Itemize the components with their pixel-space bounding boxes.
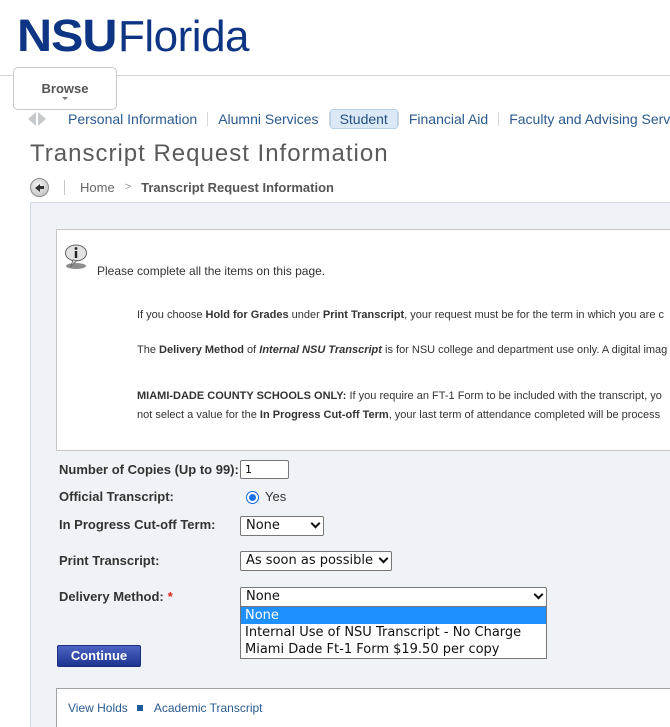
nav-scroll-right-icon[interactable] (38, 112, 46, 126)
required-asterisk: * (167, 589, 173, 604)
delivery-option-miami-dade[interactable]: Miami Dade Ft-1 Form $19.50 per copy (241, 641, 546, 658)
internal-transcript-note: The Delivery Method of Internal NSU Tran… (137, 341, 667, 360)
related-links: View Holds Academic Transcript (56, 688, 670, 727)
chevron-down-icon (533, 589, 544, 600)
delivery-method-select[interactable]: None (240, 587, 547, 607)
text: , your last term of attendance completed… (388, 409, 661, 421)
text: If you require an FT-1 Form to be includ… (346, 390, 662, 402)
print-transcript-select[interactable]: As soon as possible (240, 551, 392, 571)
text: The (137, 344, 160, 356)
info-message-box: Please complete all the items on this pa… (56, 229, 670, 451)
chevron-down-icon (378, 553, 389, 564)
browse-button[interactable]: Browse (13, 67, 117, 110)
print-transcript-value: As soon as possible (246, 553, 373, 568)
chevron-down-icon (310, 518, 321, 529)
text: not select a value for the (137, 409, 260, 421)
official-transcript-yes-label[interactable]: Yes (265, 489, 286, 504)
print-transcript-label: Print Transcript: (59, 553, 160, 568)
info-bubble-icon (65, 244, 87, 269)
bold-text: Delivery Method (159, 344, 244, 356)
official-transcript-label: Official Transcript: (59, 489, 174, 504)
bullet-separator (136, 705, 143, 711)
cutoff-term-select[interactable]: None (240, 516, 324, 536)
breadcrumb-divider (64, 179, 65, 195)
cutoff-term-value: None (246, 518, 280, 533)
delivery-method-label-text: Delivery Method: (59, 589, 164, 604)
back-arrow-icon[interactable] (30, 177, 49, 197)
nav-tab-faculty-advising[interactable]: Faculty and Advising Servic (499, 109, 670, 129)
caret-down-icon (62, 97, 68, 100)
delivery-method-label: Delivery Method: * (59, 589, 173, 604)
text: under (288, 309, 323, 321)
nav-scroll-left-icon[interactable] (28, 112, 36, 126)
breadcrumb-home[interactable]: Home (80, 180, 115, 195)
continue-button[interactable]: Continue (57, 645, 141, 667)
view-holds-link[interactable]: View Holds (68, 701, 128, 715)
copies-label: Number of Copies (Up to 99): (59, 462, 239, 477)
hold-for-grades-note: If you choose Hold for Grades under Prin… (137, 306, 664, 325)
page-title: Transcript Request Information (30, 140, 389, 167)
logo-florida-text: Florida (118, 12, 250, 61)
breadcrumb-chevron-icon: > (124, 181, 132, 193)
delivery-method-dropdown: None Internal Use of NSU Transcript - No… (240, 606, 547, 659)
italic-text: Internal NSU Transcript (259, 344, 382, 356)
bold-text: In Progress Cut-off Term (259, 409, 389, 421)
nav-scroll-arrows (28, 112, 46, 126)
delivery-option-internal[interactable]: Internal Use of NSU Transcript - No Char… (241, 624, 546, 641)
breadcrumb: Home > Transcript Request Information (30, 177, 334, 197)
miami-dade-note: MIAMI-DADE COUNTY SCHOOLS ONLY: If you r… (137, 387, 662, 425)
browse-label: Browse (41, 81, 89, 96)
main-nav: Personal Information Alumni Services Stu… (28, 108, 670, 130)
copies-input[interactable] (240, 460, 289, 479)
bold-text: Print Transcript (322, 309, 405, 321)
nav-tab-financial-aid[interactable]: Financial Aid (399, 109, 498, 129)
text: , your request must be for the term in w… (404, 309, 665, 321)
delivery-option-none[interactable]: None (241, 607, 546, 624)
nsu-florida-logo[interactable]: NSU Florida (17, 10, 250, 61)
delivery-method-value: None (246, 589, 280, 604)
academic-transcript-link[interactable]: Academic Transcript (154, 701, 263, 715)
breadcrumb-current: Transcript Request Information (141, 179, 334, 195)
content-panel: Please complete all the items on this pa… (30, 202, 670, 727)
logo-nsu-text: NSU (17, 10, 117, 61)
info-intro-text: Please complete all the items on this pa… (97, 264, 326, 278)
cutoff-term-label: In Progress Cut-off Term: (59, 517, 216, 532)
text: If you choose (137, 309, 206, 321)
official-transcript-yes-radio[interactable] (246, 491, 259, 504)
bold-text: Hold for Grades (205, 309, 289, 321)
nav-tab-personal-information[interactable]: Personal Information (58, 109, 207, 129)
nav-tab-student[interactable]: Student (329, 109, 398, 129)
bold-text: MIAMI-DADE COUNTY SCHOOLS ONLY: (137, 390, 347, 402)
text: of (243, 344, 260, 356)
nav-tab-alumni-services[interactable]: Alumni Services (208, 109, 328, 129)
text: is for NSU college and department use on… (381, 344, 668, 356)
